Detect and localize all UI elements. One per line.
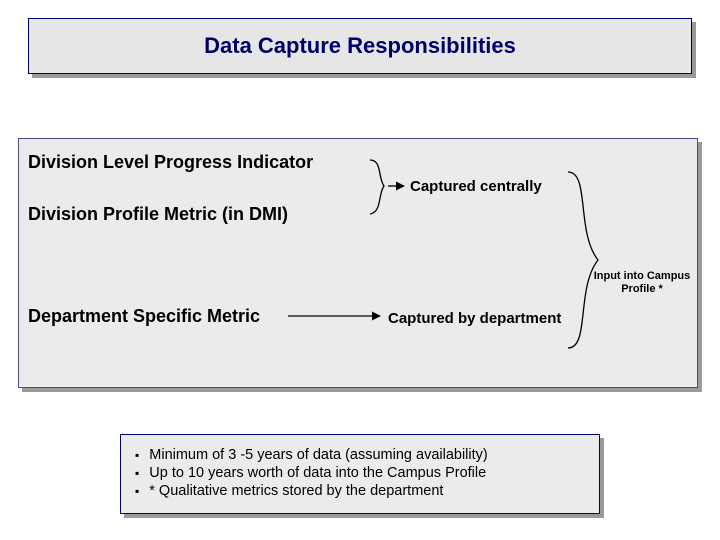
- main-panel: [18, 138, 698, 388]
- title-panel: Data Capture Responsibilities: [28, 18, 692, 74]
- captured-by-department: Captured by department: [388, 310, 561, 327]
- note-item: Up to 10 years worth of data into the Ca…: [135, 465, 585, 481]
- campus-profile-note-line1: Input into Campus: [594, 270, 691, 282]
- notes-panel: Minimum of 3 -5 years of data (assuming …: [120, 434, 600, 514]
- notes-list: Minimum of 3 -5 years of data (assuming …: [135, 447, 585, 499]
- metric-division-progress: Division Level Progress Indicator: [28, 152, 313, 173]
- note-item: Minimum of 3 -5 years of data (assuming …: [135, 447, 585, 463]
- captured-centrally: Captured centrally: [410, 178, 542, 195]
- slide-title: Data Capture Responsibilities: [204, 33, 516, 59]
- slide: Data Capture Responsibilities Division L…: [0, 0, 720, 540]
- note-item: * Qualitative metrics stored by the depa…: [135, 483, 585, 499]
- metric-division-profile: Division Profile Metric (in DMI): [28, 204, 288, 225]
- campus-profile-note: Input into Campus Profile *: [582, 270, 702, 295]
- metric-department-specific: Department Specific Metric: [28, 306, 260, 327]
- campus-profile-note-line2: Profile *: [621, 283, 663, 295]
